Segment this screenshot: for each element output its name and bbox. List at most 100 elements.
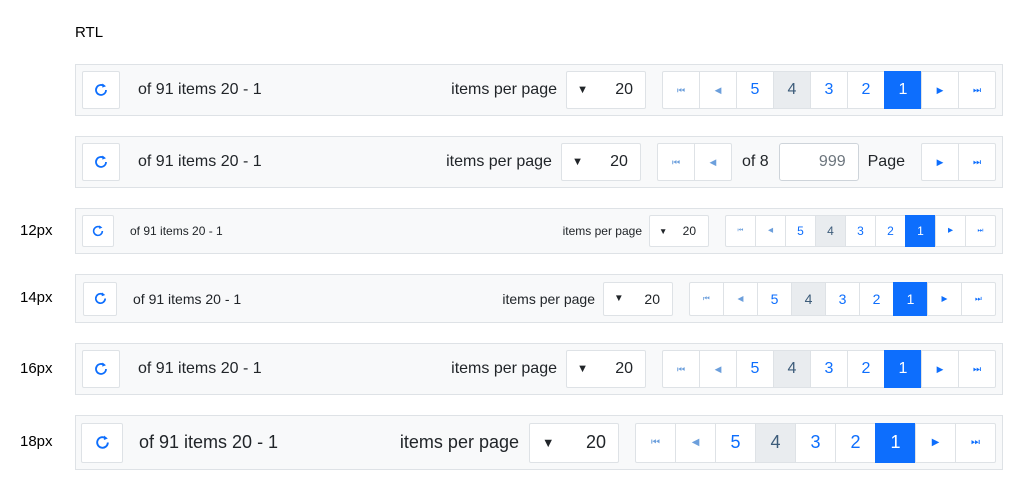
- first-page-button[interactable]: ⏮: [662, 71, 700, 109]
- size-label-14: 14px: [20, 289, 53, 306]
- refresh-button[interactable]: [81, 422, 123, 463]
- page-button-4[interactable]: 4: [755, 422, 796, 463]
- last-page-icon: ⏭: [971, 436, 980, 448]
- page-size-value: 20: [644, 290, 660, 307]
- page-button-2[interactable]: 2: [835, 422, 876, 463]
- page-button-1[interactable]: 1: [884, 350, 922, 388]
- next-page-button[interactable]: ▶: [921, 71, 959, 109]
- first-page-icon: ⏮: [671, 156, 680, 167]
- refresh-button[interactable]: [83, 281, 117, 316]
- next-page-button[interactable]: ▶: [927, 281, 962, 316]
- last-page-button[interactable]: ⏭: [955, 422, 996, 463]
- last-page-button[interactable]: ⏭: [961, 281, 996, 316]
- page-button-2[interactable]: 2: [875, 215, 906, 247]
- page-button-2[interactable]: 2: [847, 71, 885, 109]
- page-button-4[interactable]: 4: [791, 281, 826, 316]
- page-number-input[interactable]: [778, 143, 859, 181]
- items-per-page-label: items per page: [451, 81, 557, 98]
- previous-page-button[interactable]: ◀: [693, 143, 732, 181]
- page-buttons: ⏮ ◀ 5 4 3 2 1 ▶ ⏭: [662, 350, 996, 388]
- page-button-1[interactable]: 1: [875, 422, 916, 463]
- page-button-3[interactable]: 3: [845, 215, 876, 247]
- refresh-button[interactable]: [82, 215, 114, 247]
- previous-page-button[interactable]: ◀: [699, 350, 737, 388]
- refresh-icon: [95, 362, 107, 375]
- last-page-icon: ⏭: [973, 363, 981, 374]
- page-button-2[interactable]: 2: [859, 281, 894, 316]
- page-button-1[interactable]: 1: [893, 281, 928, 316]
- next-page-button[interactable]: ▶: [921, 143, 959, 181]
- first-page-button[interactable]: ⏮: [689, 281, 724, 316]
- previous-page-button[interactable]: ◀: [755, 215, 786, 247]
- page-button-3[interactable]: 3: [810, 71, 848, 109]
- next-page-icon: ▶: [936, 363, 944, 374]
- last-page-icon: ⏭: [973, 156, 981, 167]
- pager-info: of 91 items 20 - 1: [138, 360, 262, 377]
- pager-info: of 91 items 20 - 1: [138, 81, 262, 98]
- page-size-value: 20: [615, 81, 633, 98]
- first-page-button[interactable]: ⏮: [656, 143, 695, 181]
- page-button-1[interactable]: 1: [884, 71, 922, 109]
- items-per-page-label: items per page: [562, 224, 642, 238]
- last-page-button[interactable]: ⏭: [958, 71, 996, 109]
- page-size-select[interactable]: ▼ 20: [603, 281, 673, 316]
- page-button-5[interactable]: 5: [757, 281, 792, 316]
- refresh-button[interactable]: [82, 350, 120, 388]
- page-button-3[interactable]: 3: [795, 422, 836, 463]
- rtl-heading: RTL: [75, 24, 104, 41]
- previous-page-icon: ◀: [767, 226, 774, 234]
- pager-info: of 91 items 20 - 1: [133, 290, 242, 307]
- next-page-button[interactable]: ▶: [915, 422, 956, 463]
- first-page-icon: ⏮: [677, 363, 685, 374]
- previous-page-icon: ◀: [714, 363, 722, 374]
- page-size-select[interactable]: ▼ 20: [560, 143, 641, 181]
- refresh-icon: [95, 83, 107, 96]
- page-button-5[interactable]: 5: [715, 422, 756, 463]
- previous-page-button[interactable]: ◀: [699, 71, 737, 109]
- size-label-12: 12px: [20, 222, 53, 239]
- page-button-4[interactable]: 4: [815, 215, 846, 247]
- chevron-down-icon: ▼: [577, 84, 589, 96]
- page-button-5[interactable]: 5: [785, 215, 816, 247]
- page-button-1[interactable]: 1: [905, 215, 936, 247]
- next-page-button[interactable]: ▶: [921, 350, 959, 388]
- previous-page-button[interactable]: ◀: [723, 281, 758, 316]
- refresh-button[interactable]: [82, 143, 120, 181]
- previous-page-button[interactable]: ◀: [675, 422, 716, 463]
- page-button-5[interactable]: 5: [736, 71, 774, 109]
- page-size-select[interactable]: ▼ 20: [529, 422, 619, 463]
- page-button-3[interactable]: 3: [810, 350, 848, 388]
- previous-page-icon: ◀: [691, 436, 700, 448]
- pager-18px: of 91 items 20 - 1 items per page ▼ 20 ⏮…: [75, 415, 1003, 470]
- page-buttons: ⏮ ◀ 5 4 3 2 1 ▶ ⏭: [662, 71, 996, 109]
- size-label-18: 18px: [20, 433, 53, 450]
- page-buttons: ⏮ ◀ 5 4 3 2 1 ▶ ⏭: [635, 422, 996, 463]
- pager-rtl-input: of 91 items 20 - 1 items per page ▼ 20 ⏮…: [75, 136, 1003, 188]
- page-size-select[interactable]: ▼ 20: [566, 350, 646, 388]
- refresh-icon: [94, 292, 106, 304]
- chevron-down-icon: ▼: [577, 363, 589, 375]
- page-button-3[interactable]: 3: [825, 281, 860, 316]
- next-page-icon: ▶: [931, 436, 940, 448]
- page-button-5[interactable]: 5: [736, 350, 774, 388]
- first-page-button[interactable]: ⏮: [635, 422, 676, 463]
- last-page-icon: ⏭: [977, 226, 984, 234]
- last-page-button[interactable]: ⏭: [958, 350, 996, 388]
- page-size-select[interactable]: ▼ 20: [649, 215, 709, 247]
- first-page-icon: ⏮: [677, 84, 685, 95]
- pager-12px: of 91 items 20 - 1 items per page ▼ 20 ⏮…: [75, 208, 1003, 254]
- page-button-4[interactable]: 4: [773, 350, 811, 388]
- first-page-button[interactable]: ⏮: [725, 215, 756, 247]
- last-page-button[interactable]: ⏭: [958, 143, 996, 181]
- page-button-2[interactable]: 2: [847, 350, 885, 388]
- total-pages-text: of 8: [741, 153, 769, 170]
- next-page-icon: ▶: [941, 293, 948, 303]
- last-page-button[interactable]: ⏭: [965, 215, 996, 247]
- refresh-button[interactable]: [82, 71, 120, 109]
- next-page-button[interactable]: ▶: [935, 215, 966, 247]
- first-page-button[interactable]: ⏮: [662, 350, 700, 388]
- page-button-4[interactable]: 4: [773, 71, 811, 109]
- page-size-select[interactable]: ▼ 20: [566, 71, 646, 109]
- page-size-value: 20: [585, 432, 606, 452]
- previous-page-icon: ◀: [714, 84, 722, 95]
